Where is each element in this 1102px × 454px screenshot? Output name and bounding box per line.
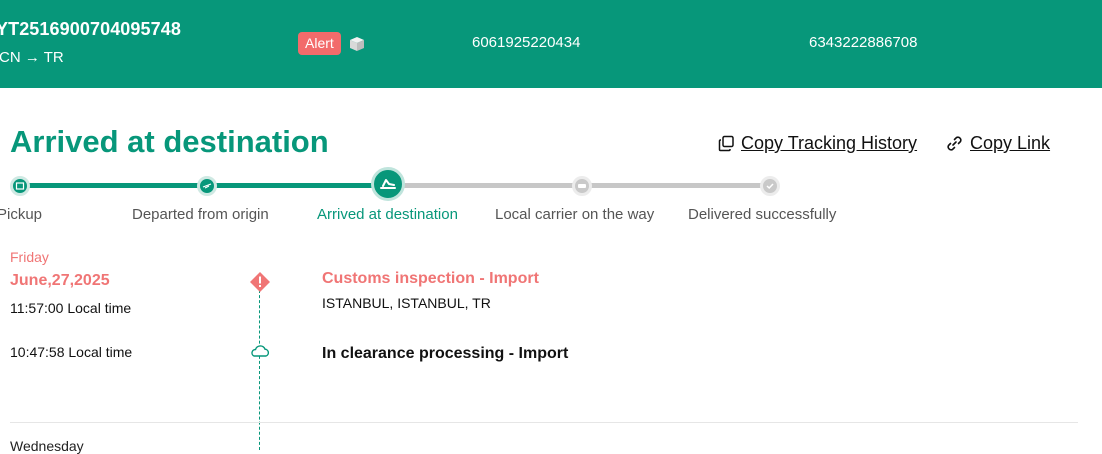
truck-icon: [578, 184, 586, 188]
step-arrived-dot: [371, 167, 405, 201]
package-icon: [15, 182, 25, 190]
route: CN → TR: [0, 49, 64, 66]
event-title: Customs inspection - Import: [322, 270, 539, 287]
event-day: Friday: [10, 249, 49, 265]
timeline-line: [259, 290, 260, 450]
tracking-number: YT2516900704095748: [0, 19, 181, 39]
copy-icon: [718, 135, 734, 152]
status-title: Arrived at destination: [10, 124, 329, 159]
alert-badge: Alert: [298, 32, 341, 55]
reference-number-1: 6061925220434: [472, 34, 581, 51]
step-local-carrier-dot: [572, 176, 592, 196]
cloud-icon: [251, 345, 270, 357]
next-event-day: Wednesday: [10, 438, 84, 454]
copy-tracking-history-button[interactable]: Copy Tracking History: [718, 133, 917, 154]
plane-icon: [202, 183, 212, 189]
box-icon: [350, 37, 364, 51]
step-label-arrived: Arrived at destination: [317, 206, 458, 223]
event-location: ISTANBUL, ISTANBUL, TR: [322, 295, 491, 311]
step-delivered-dot: [760, 176, 780, 196]
link-icon: [947, 136, 962, 151]
step-label-delivered: Delivered successfully: [688, 206, 837, 223]
copy-link-button[interactable]: Copy Link: [945, 133, 1050, 154]
event-title: In clearance processing - Import: [322, 345, 569, 362]
step-label-local-carrier: Local carrier on the way: [495, 206, 655, 223]
event-time: 11:57:00 Local time: [10, 300, 132, 316]
progress-tracker: Pickup Departed from origin Arrived at d…: [0, 160, 1102, 230]
arrival-icon: [380, 179, 396, 189]
event-date: June,27,2025: [10, 272, 110, 289]
reference-number-2: 6343222886708: [809, 34, 918, 51]
copy-tracking-history-label: Copy Tracking History: [741, 133, 918, 153]
event-divider: [10, 422, 1078, 423]
step-label-pickup: Pickup: [0, 206, 43, 223]
shipment-header: YT2516900704095748 CN → TR Alert 6061925…: [0, 0, 1102, 88]
alert-icon: [250, 272, 270, 292]
copy-link-label: Copy Link: [970, 133, 1051, 153]
step-pickup-dot: [10, 176, 30, 196]
step-label-departed: Departed from origin: [132, 206, 269, 223]
check-icon: [766, 183, 774, 190]
event-time: 10:47:58 Local time: [10, 344, 133, 360]
step-departed-dot: [197, 176, 217, 196]
